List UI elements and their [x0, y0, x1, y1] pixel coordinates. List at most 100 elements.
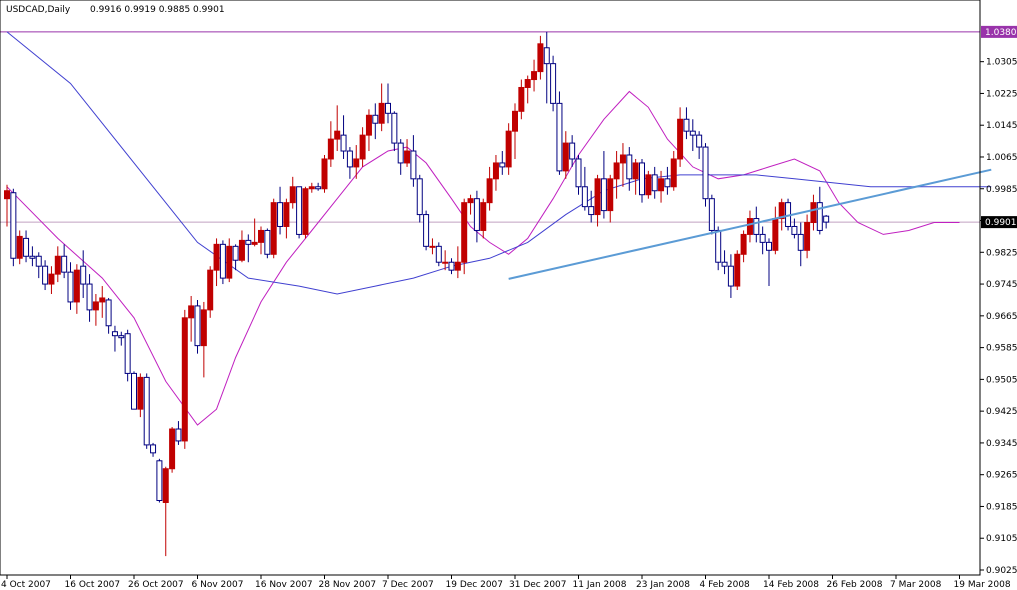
candle-body [473, 198, 480, 231]
candle-body [740, 233, 747, 255]
candle [708, 194, 715, 235]
candle-body [391, 112, 398, 144]
candle [321, 154, 328, 193]
candle-body [588, 206, 595, 216]
candle-body [613, 162, 620, 180]
candle-body [626, 154, 633, 180]
chart-window: 1.03051.02251.01451.00650.99850.99050.98… [0, 0, 1017, 590]
candle-body [607, 178, 614, 212]
candle-body [340, 134, 347, 152]
candle-body [524, 79, 531, 88]
candle-body [162, 468, 169, 503]
y-tick-label: 0.9025 [986, 566, 1017, 576]
candle-body [353, 158, 360, 168]
candle-body [143, 376, 150, 446]
candle-body [416, 178, 423, 216]
candle-body [461, 202, 468, 263]
candle-body [797, 233, 804, 251]
candle-body [639, 162, 645, 196]
candle-body [423, 214, 430, 247]
y-tick-label: 0.9745 [986, 280, 1017, 290]
candle-body [327, 138, 334, 160]
candle-body [651, 174, 658, 192]
x-tick-label: 26 Oct 2007 [128, 580, 184, 590]
candle [270, 198, 277, 259]
candle-body [791, 225, 798, 235]
y-tick-label: 0.9985 [986, 185, 1017, 195]
y-tick-label: 0.9505 [986, 375, 1017, 385]
candle-body [10, 192, 17, 259]
candle-body [702, 146, 709, 200]
candle-body [594, 178, 601, 216]
candle [435, 242, 442, 267]
y-tick-label: 0.9825 [986, 248, 1017, 258]
candle-body [804, 222, 811, 251]
chart-title-ohlc: 0.9916 0.9919 0.9885 0.9901 [90, 5, 225, 15]
candle-body [550, 63, 557, 104]
candle-body [277, 202, 284, 227]
y-tick-label: 0.9185 [986, 502, 1017, 512]
candle [181, 309, 188, 449]
candle-body [118, 335, 125, 339]
candle-body [664, 178, 671, 188]
candle-body [543, 47, 550, 65]
candle [264, 228, 271, 259]
candle-body [194, 305, 201, 347]
y-tick-label: 0.9425 [986, 407, 1017, 417]
candle-body [772, 218, 779, 251]
candle-body [346, 150, 353, 168]
x-tick-label: 6 Nov 2007 [192, 580, 244, 590]
candle [550, 55, 557, 112]
candle [207, 266, 214, 318]
candle-body [810, 202, 817, 224]
candle-body [23, 237, 30, 257]
candle-body [677, 118, 684, 160]
candle-body [156, 460, 163, 502]
candle-body [683, 118, 690, 132]
x-tick-label: 19 Dec 2007 [446, 580, 504, 590]
candle-body [378, 102, 385, 124]
candle-body [86, 283, 93, 311]
candle-body [289, 186, 296, 204]
chart-background [0, 0, 1017, 590]
candle-body [48, 273, 55, 285]
candle-body [759, 233, 766, 243]
candle-body [219, 243, 226, 279]
candle-body [512, 110, 518, 132]
candle-body [99, 297, 106, 303]
candle-body [708, 198, 715, 231]
x-tick-label: 26 Feb 2008 [827, 580, 883, 590]
candle-body [746, 218, 753, 235]
candle-body [61, 255, 68, 273]
candle [124, 329, 131, 382]
candle-body [302, 188, 309, 235]
candle-body [581, 186, 588, 208]
candle-body [499, 162, 506, 168]
candle-body [556, 102, 563, 172]
candle-body [67, 271, 74, 303]
x-tick-label: 7 Mar 2008 [890, 580, 942, 590]
x-tick-label: 11 Jan 2008 [573, 580, 627, 590]
candle-body [600, 178, 607, 212]
candle-body [16, 235, 23, 259]
candle [556, 91, 563, 175]
candle-body [264, 229, 271, 255]
candle-body [715, 229, 722, 263]
candle-body [111, 331, 118, 337]
candle-body [753, 218, 760, 235]
candle-body [372, 114, 379, 124]
candle-body [188, 305, 195, 319]
x-tick-label: 31 Dec 2007 [509, 580, 567, 590]
candle-body [4, 190, 10, 200]
candle-body [670, 158, 677, 188]
candle [143, 373, 150, 449]
candle-body [137, 376, 144, 410]
candle-body [385, 102, 391, 114]
x-tick-label: 16 Oct 2007 [65, 580, 121, 590]
candle-body [569, 142, 576, 160]
candle-body [454, 261, 461, 271]
candle-body [92, 301, 99, 311]
candle-body [575, 158, 582, 188]
candle-body [486, 178, 493, 204]
candle-body [645, 174, 652, 196]
